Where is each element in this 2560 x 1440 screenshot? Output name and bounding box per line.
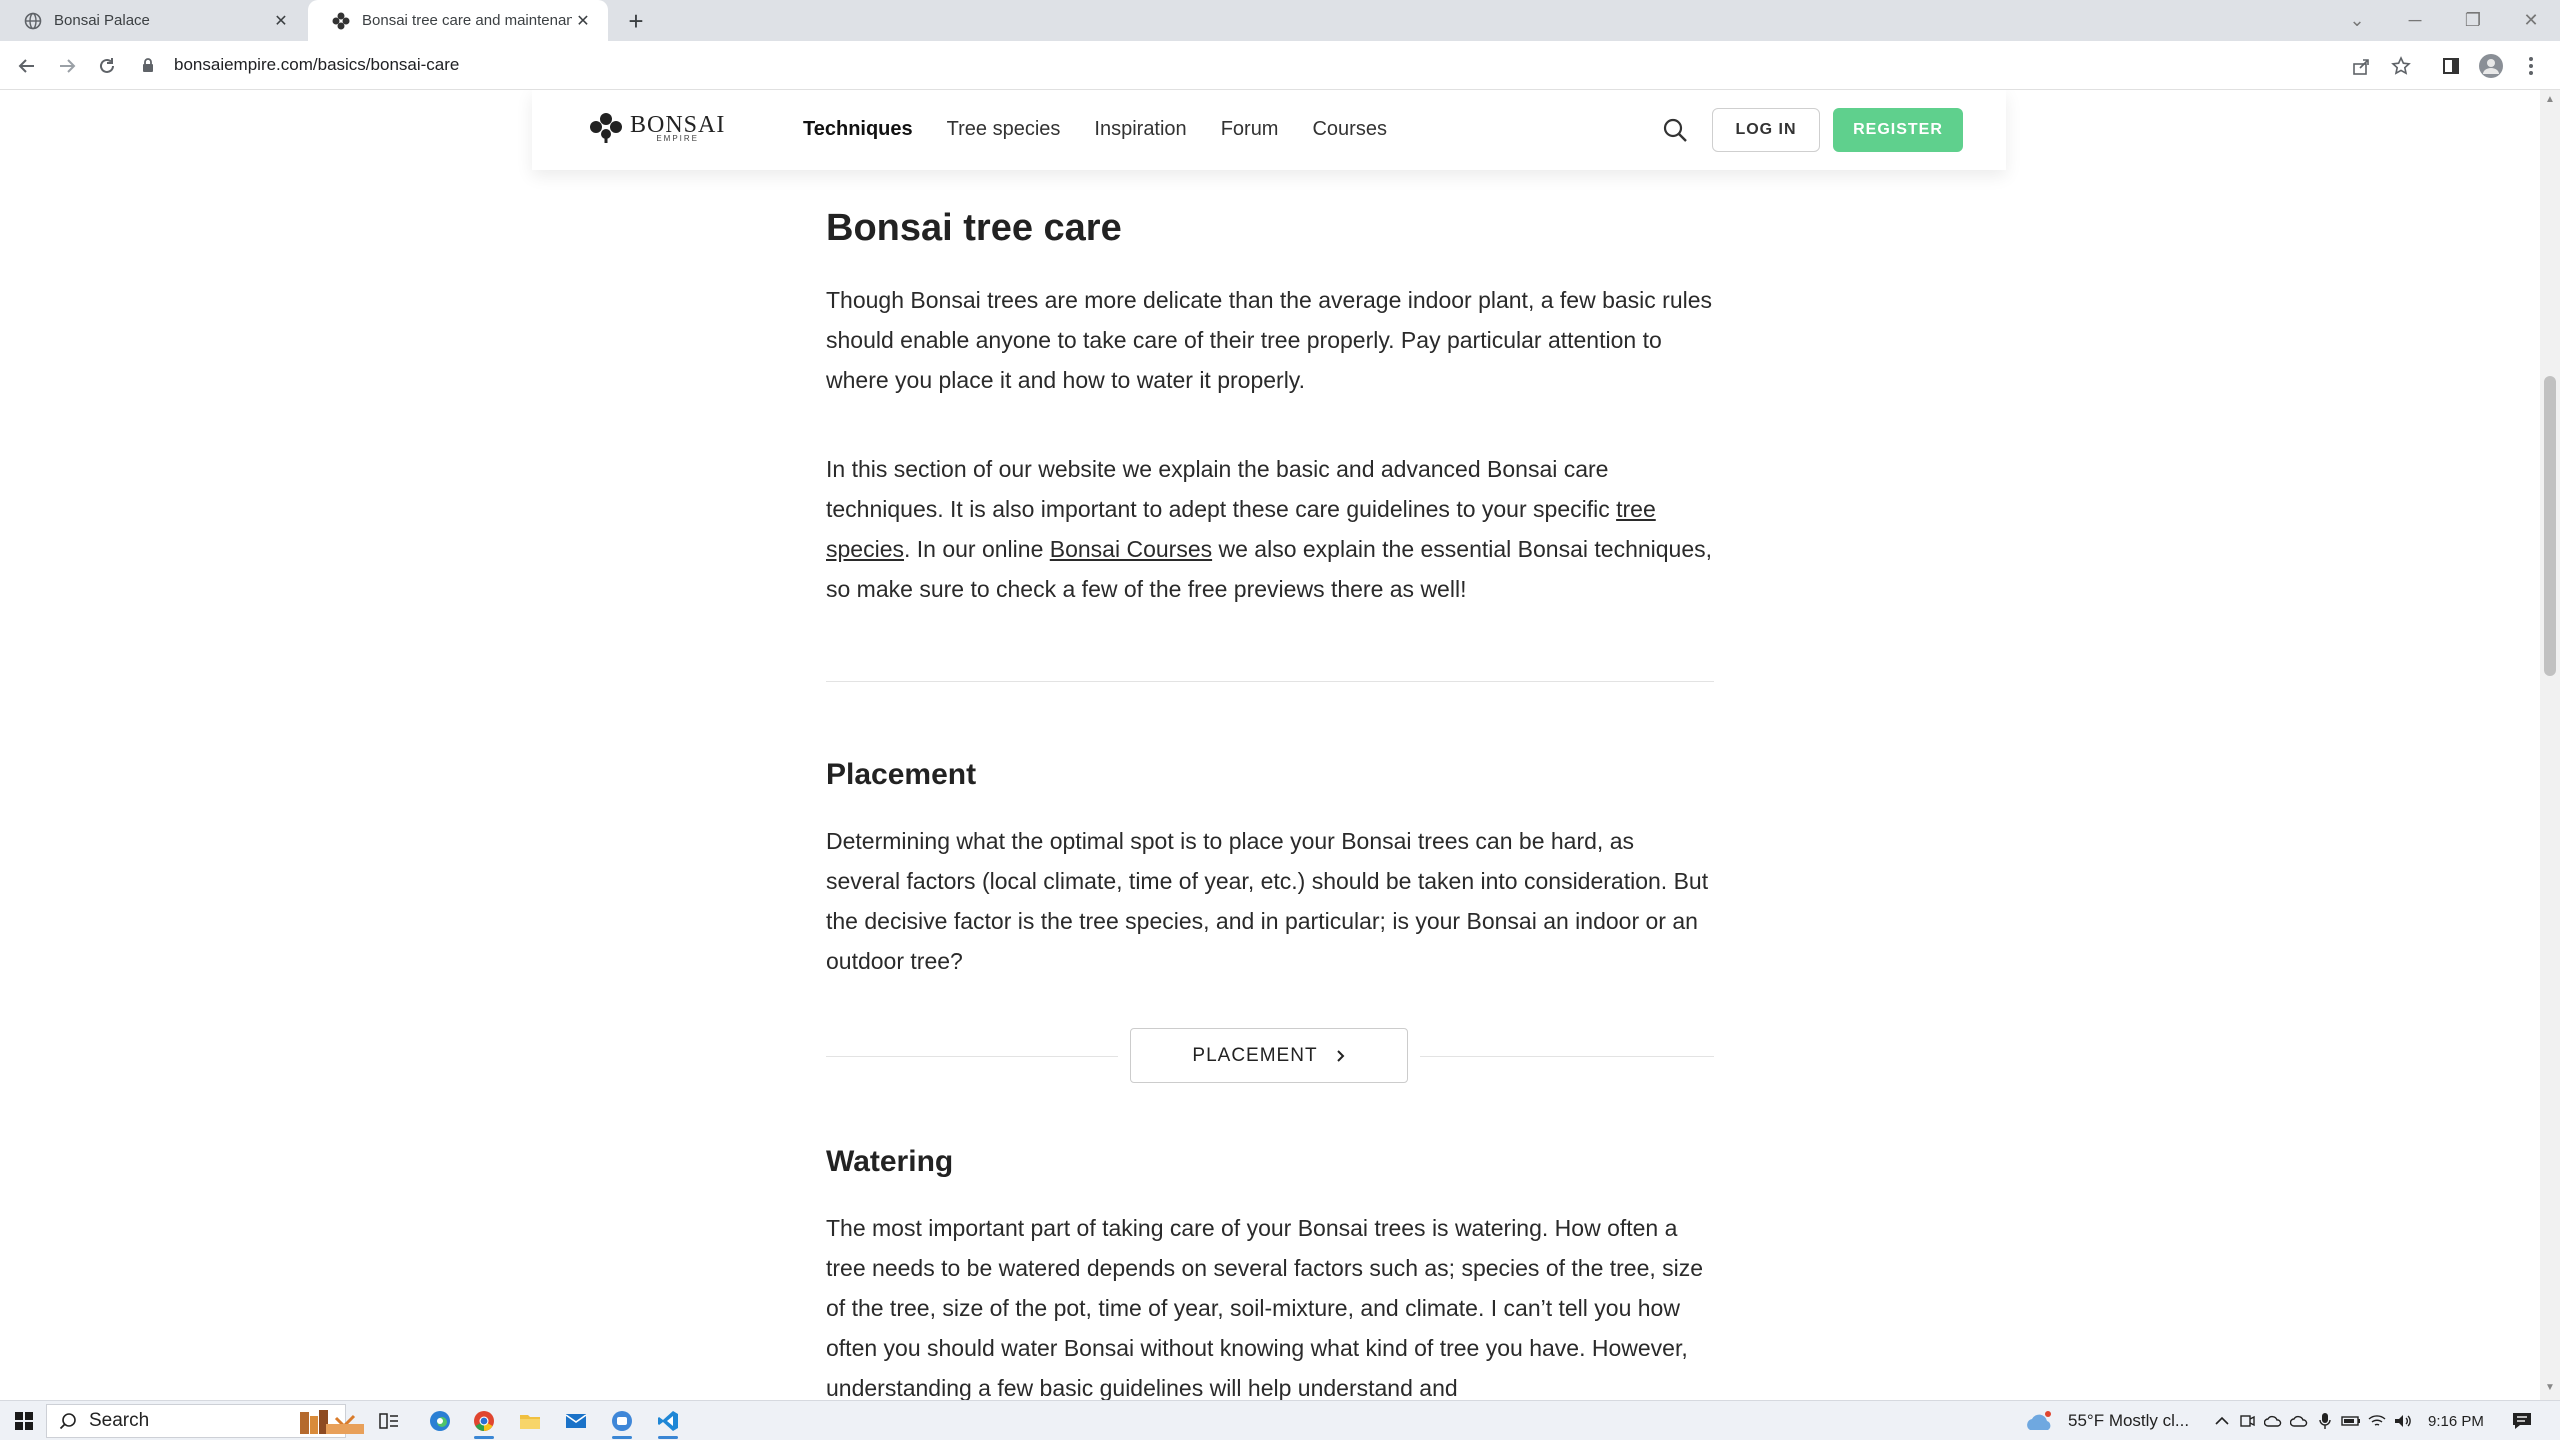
placement-paragraph: Determining what the optimal spot is to … <box>826 828 1709 974</box>
divider <box>1420 1056 1714 1057</box>
tab-search-icon[interactable]: ⌄ <box>2334 0 2380 41</box>
clock[interactable]: 9:16 PM <box>2428 1401 2484 1440</box>
scroll-up-arrow[interactable]: ▲ <box>2544 94 2556 108</box>
side-panel-icon[interactable] <box>2438 53 2464 79</box>
watering-paragraph: The most important part of taking care o… <box>826 1215 1704 1400</box>
menu-kebab-icon[interactable] <box>2518 53 2544 79</box>
menu-forum[interactable]: Forum <box>1221 118 1279 141</box>
chevron-right-icon <box>1336 1049 1346 1063</box>
register-button[interactable]: REGISTER <box>1833 108 1963 152</box>
active-app-indicator <box>658 1436 678 1439</box>
tab-title: Bonsai tree care and maintenance <box>362 12 572 29</box>
vscode-icon[interactable] <box>652 1401 684 1440</box>
onedrive-icon[interactable] <box>2260 1415 2286 1427</box>
site-logo[interactable]: BONSAI EMPIRE <box>588 112 725 144</box>
main-menu: Techniques Tree species Inspiration Foru… <box>803 118 1421 141</box>
tab-title: Bonsai Palace <box>54 12 150 29</box>
new-tab-button[interactable]: + <box>622 6 650 36</box>
watering-heading: Watering <box>826 1145 954 1178</box>
bonsai-logo-icon <box>590 113 622 143</box>
active-app-indicator <box>612 1436 632 1439</box>
page-viewport: BONSAI EMPIRE Techniques Tree species In… <box>0 90 2540 1400</box>
search-icon <box>59 1412 77 1430</box>
weather-widget[interactable]: 55°F Mostly cl... <box>2024 1401 2189 1440</box>
page-scrollbar[interactable]: ▲ ▼ <box>2540 90 2560 1400</box>
care-section-paragraph: In this section of our website we explai… <box>826 449 1714 609</box>
search-highlight-icon <box>292 1401 372 1440</box>
scroll-down-arrow[interactable]: ▼ <box>2544 1382 2556 1396</box>
task-view-icon[interactable] <box>376 1401 402 1440</box>
search-label: Search <box>89 1410 150 1431</box>
battery-icon[interactable] <box>2338 1415 2364 1427</box>
site-header: BONSAI EMPIRE Techniques Tree species In… <box>532 90 2006 170</box>
system-tray <box>2210 1401 2416 1440</box>
bonsai-logo-icon <box>332 12 350 30</box>
menu-tree-species[interactable]: Tree species <box>947 118 1061 141</box>
chrome-browser-icon[interactable] <box>468 1401 500 1440</box>
close-window-button[interactable]: ✕ <box>2508 0 2554 41</box>
clock-time: 9:16 PM <box>2428 1412 2484 1430</box>
tab-bonsai-care[interactable]: Bonsai tree care and maintenance ✕ <box>308 0 608 41</box>
bookmark-star-icon[interactable] <box>2388 53 2414 79</box>
menu-inspiration[interactable]: Inspiration <box>1094 118 1186 141</box>
placement-heading: Placement <box>826 758 977 791</box>
close-tab-icon[interactable]: ✕ <box>572 10 594 32</box>
browser-toolbar: bonsaiempire.com/basics/bonsai-care <box>0 41 2560 90</box>
back-icon[interactable] <box>12 51 42 81</box>
microphone-icon[interactable] <box>2312 1412 2338 1430</box>
volume-icon[interactable] <box>2390 1414 2416 1428</box>
placement-button[interactable]: PLACEMENT <box>1130 1028 1408 1083</box>
menu-techniques[interactable]: Techniques <box>803 118 913 141</box>
edge-browser-icon[interactable] <box>424 1401 456 1440</box>
placement-button-label: PLACEMENT <box>1192 1044 1318 1066</box>
tab-bonsai-palace[interactable]: Bonsai Palace ✕ <box>0 0 306 41</box>
globe-icon <box>24 12 42 30</box>
weather-text: 55°F Mostly cl... <box>2068 1411 2190 1430</box>
chevron-up-icon[interactable] <box>2210 1416 2234 1426</box>
active-app-indicator <box>474 1436 494 1439</box>
profile-avatar[interactable] <box>2478 53 2504 79</box>
reload-icon[interactable] <box>92 51 122 81</box>
url-text: bonsaiempire.com/basics/bonsai-care <box>174 55 460 74</box>
weather-cloud-icon <box>2027 1411 2051 1430</box>
close-tab-icon[interactable]: ✕ <box>270 10 292 32</box>
cloud-sync-icon[interactable] <box>2286 1415 2312 1427</box>
meet-now-icon[interactable] <box>2234 1413 2260 1429</box>
forward-icon[interactable] <box>52 51 82 81</box>
intro-paragraph: Though Bonsai trees are more delicate th… <box>826 287 1713 393</box>
windows-taskbar: Search 55°F Mostly cl... 9:16 PM <box>0 1400 2560 1440</box>
paragraph-text: . In our online <box>903 536 1050 562</box>
divider <box>826 681 1714 682</box>
login-button[interactable]: LOG IN <box>1712 108 1820 152</box>
minimize-button[interactable]: ─ <box>2392 0 2438 41</box>
restore-button[interactable]: ❐ <box>2450 0 2496 41</box>
browser-tab-strip: Bonsai Palace ✕ Bonsai tree care and mai… <box>0 0 2560 41</box>
scrollbar-thumb[interactable] <box>2544 376 2556 676</box>
paragraph-text: In this section of our website we explai… <box>826 456 1617 522</box>
logo-wordmark: BONSAI <box>630 111 726 138</box>
share-icon[interactable] <box>2348 53 2374 79</box>
divider <box>826 1056 1118 1057</box>
notifications-icon[interactable] <box>2504 1401 2540 1440</box>
lock-icon <box>140 57 156 73</box>
file-explorer-icon[interactable] <box>514 1401 546 1440</box>
search-icon[interactable] <box>1662 117 1688 143</box>
page-title: Bonsai tree care <box>826 207 1122 249</box>
address-bar[interactable]: bonsaiempire.com/basics/bonsai-care <box>140 47 2340 83</box>
menu-courses[interactable]: Courses <box>1312 118 1386 141</box>
windows-start-icon[interactable] <box>6 1401 42 1440</box>
chat-app-icon[interactable] <box>606 1401 638 1440</box>
bonsai-courses-link[interactable]: Bonsai Courses <box>1050 536 1212 562</box>
wifi-icon[interactable] <box>2364 1414 2390 1428</box>
mail-icon[interactable] <box>560 1401 592 1440</box>
